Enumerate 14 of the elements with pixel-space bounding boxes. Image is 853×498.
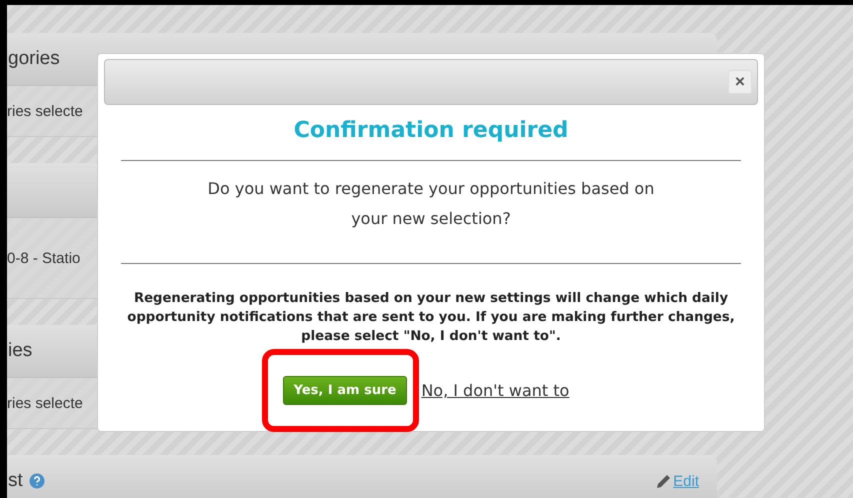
cancel-link[interactable]: No, I don't want to xyxy=(421,381,570,400)
dialog-question: Do you want to regenerate your opportunities based on your new selection? xyxy=(206,178,656,230)
dialog-title: Confirmation required xyxy=(292,118,570,143)
panel-text: ries selecte xyxy=(7,394,83,412)
panel-text: 0-8 - Statio xyxy=(7,250,80,266)
panel-text: ries selecte xyxy=(7,102,83,120)
close-button[interactable]: × xyxy=(728,70,752,94)
panel-title: st xyxy=(8,470,23,492)
panel-title: gories xyxy=(8,48,60,70)
confirm-button[interactable]: Yes, I am sure xyxy=(282,376,408,405)
panel-title: ies xyxy=(8,340,32,362)
help-icon[interactable] xyxy=(28,473,45,489)
pencil-icon xyxy=(656,473,672,489)
dialog-note: Regenerating opportunities based on your new settings will change which daily opportunity notifications that are sent to you. If you are making further changes, please select "No, I don't want to". xyxy=(126,290,736,346)
